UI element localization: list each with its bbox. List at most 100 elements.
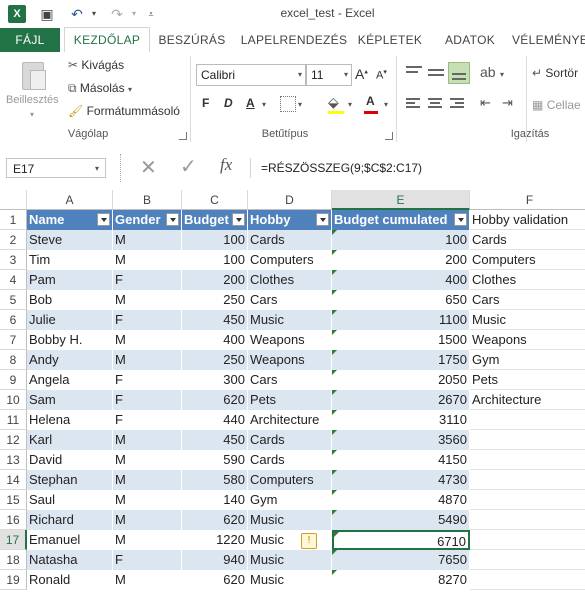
cell-hobby[interactable]: Weapons — [248, 330, 332, 350]
cell-budget-cumulated[interactable]: 4730 — [332, 470, 470, 490]
align-middle-icon[interactable] — [428, 69, 444, 81]
cell-gender[interactable]: M — [113, 330, 182, 350]
filter-dropdown-icon[interactable] — [316, 213, 329, 226]
copy-button[interactable]: ⧉ Másolás ▾ — [68, 81, 132, 96]
cell-name[interactable]: Andy — [27, 350, 113, 370]
cell-budget[interactable]: 940 — [182, 550, 248, 570]
row-header[interactable]: 19 — [0, 570, 27, 590]
cell-budget[interactable]: 620 — [182, 570, 248, 590]
cell-budget-cumulated[interactable]: 8270 — [332, 570, 470, 590]
cell-budget[interactable]: 580 — [182, 470, 248, 490]
filter-dropdown-icon[interactable] — [232, 213, 245, 226]
cell-budget-cumulated[interactable]: 7650 — [332, 550, 470, 570]
cell-name[interactable]: Julie — [27, 310, 113, 330]
cell-gender[interactable]: M — [113, 530, 182, 550]
cell-budget-cumulated[interactable]: 1750 — [332, 350, 470, 370]
fill-color-dropdown-icon[interactable]: ▾ — [348, 100, 352, 109]
cell-budget-cumulated[interactable]: 4150 — [332, 450, 470, 470]
cell-budget[interactable]: 200 — [182, 270, 248, 290]
font-color-dropdown-icon[interactable]: ▾ — [384, 100, 388, 109]
increase-indent-icon[interactable]: ⇥ — [502, 95, 513, 111]
cell-hobby[interactable]: Cards — [248, 430, 332, 450]
cancel-icon[interactable]: ✕ — [140, 155, 157, 180]
cell-hobby[interactable]: Music — [248, 510, 332, 530]
cell-hobby[interactable]: Cards — [248, 230, 332, 250]
cell-name[interactable]: Sam — [27, 390, 113, 410]
orientation-dropdown-icon[interactable]: ▾ — [500, 70, 504, 79]
cell-gender[interactable]: M — [113, 510, 182, 530]
cell-hobby[interactable]: Gym — [248, 490, 332, 510]
column-header-c[interactable]: C — [182, 190, 248, 210]
cell-budget[interactable]: 300 — [182, 370, 248, 390]
filter-dropdown-icon[interactable] — [97, 213, 110, 226]
cell-hobby-validation[interactable] — [470, 510, 585, 530]
cell-gender[interactable]: M — [113, 470, 182, 490]
row-header[interactable]: 8 — [0, 350, 27, 370]
tab-data[interactable]: ADATOK — [434, 28, 506, 52]
cell-gender[interactable]: M — [113, 230, 182, 250]
cell-budget[interactable]: 440 — [182, 410, 248, 430]
fill-color-icon[interactable]: ⬙ — [328, 94, 339, 111]
decrease-indent-icon[interactable]: ⇤ — [480, 95, 491, 111]
wrap-text-button[interactable]: ↵ Sortör — [532, 66, 578, 80]
cell-gender[interactable]: M — [113, 450, 182, 470]
cell-name[interactable]: Stephan — [27, 470, 113, 490]
cell-hobby[interactable]: Cars — [248, 290, 332, 310]
cell-budget[interactable]: 100 — [182, 250, 248, 270]
paste-dropdown-icon[interactable]: ▾ — [30, 110, 34, 119]
cell-gender[interactable]: F — [113, 550, 182, 570]
cell-budget-cumulated[interactable]: 200 — [332, 250, 470, 270]
cell-name[interactable]: Saul — [27, 490, 113, 510]
row-header[interactable]: 2 — [0, 230, 27, 250]
copy-dropdown-icon[interactable]: ▾ — [128, 85, 132, 94]
cell-budget-cumulated[interactable]: 1500 — [332, 330, 470, 350]
cell-budget[interactable]: 250 — [182, 290, 248, 310]
cell-hobby[interactable]: Computers — [248, 470, 332, 490]
worksheet-grid[interactable]: A B C D E F 1 Name Gender Budget Hobby Budget cumul… — [0, 190, 585, 594]
cell-budget-cumulated[interactable]: 100 — [332, 230, 470, 250]
cell-hobby[interactable]: Weapons — [248, 350, 332, 370]
paste-icon[interactable] — [20, 60, 46, 92]
cell-budget[interactable]: 1220 — [182, 530, 248, 550]
splitter[interactable] — [120, 154, 123, 182]
cell-budget-cumulated[interactable]: 3560 — [332, 430, 470, 450]
insert-function-icon[interactable]: fx — [220, 155, 232, 175]
cell-hobby[interactable]: Computers — [248, 250, 332, 270]
enter-icon[interactable]: ✓ — [180, 154, 197, 179]
cell-hobby-validation[interactable] — [470, 450, 585, 470]
cell-name[interactable]: Bob — [27, 290, 113, 310]
cell-budget[interactable]: 450 — [182, 310, 248, 330]
cell-name[interactable]: Ronald — [27, 570, 113, 590]
cell-name[interactable]: Angela — [27, 370, 113, 390]
cell-name[interactable]: Helena — [27, 410, 113, 430]
cell-budget[interactable]: 100 — [182, 230, 248, 250]
underline-button[interactable]: A — [246, 96, 255, 110]
font-launcher-icon[interactable] — [385, 132, 393, 140]
cell-hobby-validation[interactable]: Clothes — [470, 270, 585, 290]
row-header[interactable]: 3 — [0, 250, 27, 270]
row-header[interactable]: 16 — [0, 510, 27, 530]
cell-hobby-validation[interactable]: Weapons — [470, 330, 585, 350]
cell-budget-cumulated[interactable]: 3110 — [332, 410, 470, 430]
borders-icon[interactable] — [280, 96, 296, 112]
column-header-d[interactable]: D — [248, 190, 332, 210]
table-header-gender[interactable]: Gender — [113, 210, 182, 230]
font-color-button[interactable]: A — [366, 94, 375, 108]
cell-name[interactable]: Tim — [27, 250, 113, 270]
cell-name[interactable]: David — [27, 450, 113, 470]
cell-hobby[interactable]: Cars — [248, 370, 332, 390]
row-header[interactable]: 7 — [0, 330, 27, 350]
validation-header[interactable]: Hobby validation — [470, 210, 585, 230]
font-size-select[interactable]: 11 ▾ — [306, 64, 352, 86]
cell-hobby-validation[interactable]: Computers — [470, 250, 585, 270]
cell-budget-cumulated[interactable]: 400 — [332, 270, 470, 290]
cut-button[interactable]: ✂ Kivágás — [68, 58, 124, 72]
row-header[interactable]: 18 — [0, 550, 27, 570]
cell-hobby-validation[interactable]: Cars — [470, 290, 585, 310]
cell-budget[interactable]: 590 — [182, 450, 248, 470]
shrink-font-button[interactable]: A▾ — [376, 68, 387, 82]
formula-input[interactable]: =RÉSZÖSSZEG(9;$C$2:C17) — [250, 158, 585, 178]
cell-gender[interactable]: M — [113, 430, 182, 450]
cell-budget-cumulated[interactable]: 1100 — [332, 310, 470, 330]
cell-name[interactable]: Steve — [27, 230, 113, 250]
